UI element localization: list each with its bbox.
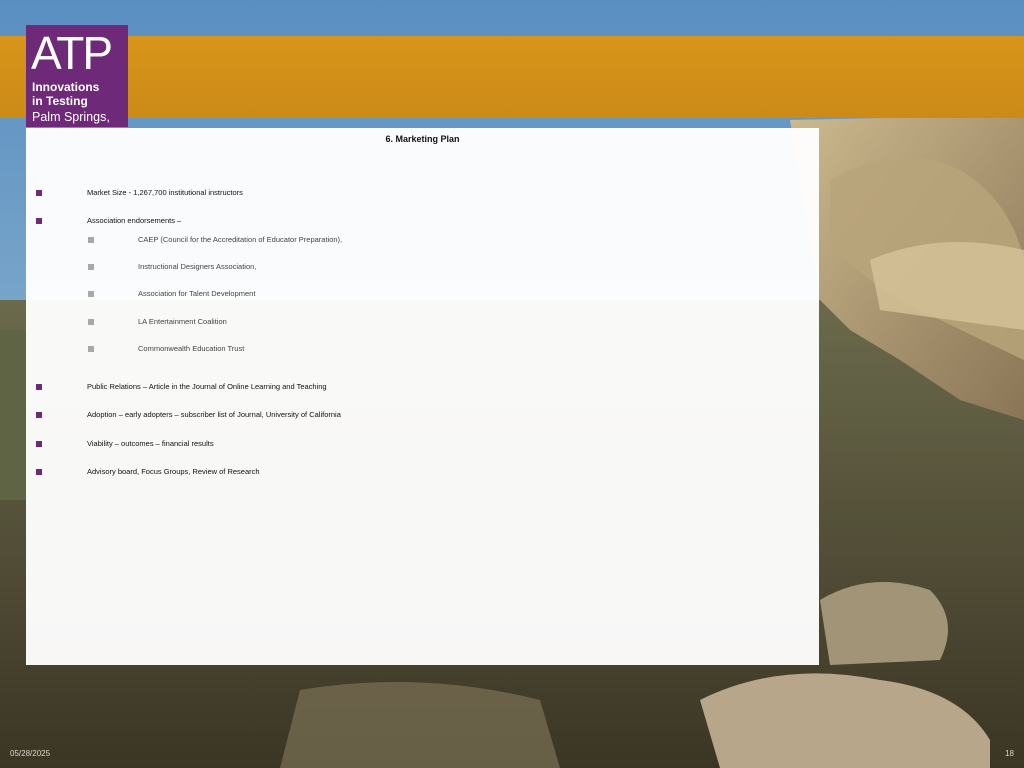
bullet-square-icon	[36, 384, 42, 390]
sub-bullet-text: Association for Talent Development	[138, 289, 256, 298]
bullet-item: Advisory board, Focus Groups, Review of …	[26, 465, 819, 479]
bullet-square-icon	[36, 469, 42, 475]
sub-bullet-square-icon	[88, 264, 94, 270]
sub-bullet-item: CAEP (Council for the Accreditation of E…	[26, 233, 819, 247]
bullet-square-icon	[36, 190, 42, 196]
sub-bullet-square-icon	[88, 346, 94, 352]
sub-bullet-text: Instructional Designers Association,	[138, 262, 257, 271]
bullet-item: Public Relations – Article in the Journa…	[26, 380, 819, 394]
bullet-text: Public Relations – Article in the Journa…	[87, 382, 327, 391]
bullet-text: Viability – outcomes – financial results	[87, 439, 214, 448]
logo-location: Palm Springs, CA	[32, 110, 110, 127]
sub-bullet-item: Commonwealth Education Trust	[26, 342, 819, 356]
sub-bullet-square-icon	[88, 291, 94, 297]
bullet-text: Association endorsements –	[87, 216, 182, 225]
slide-content-panel: 6. Marketing Plan Market Size - 1,267,70…	[26, 128, 819, 665]
sub-bullet-text: LA Entertainment Coalition	[138, 317, 227, 326]
bullet-item: Adoption – early adopters – subscriber l…	[26, 408, 819, 422]
logo-tagline-line2: in Testing	[32, 94, 88, 108]
bullet-item: Viability – outcomes – financial results	[26, 437, 819, 451]
sub-bullet-item: Association for Talent Development	[26, 287, 819, 301]
bullet-item: Market Size - 1,267,700 institutional in…	[26, 186, 819, 200]
sub-bullet-item: LA Entertainment Coalition	[26, 315, 819, 329]
sub-bullet-item: Instructional Designers Association,	[26, 260, 819, 274]
bullet-square-icon	[36, 218, 42, 224]
sub-bullet-square-icon	[88, 237, 94, 243]
slide-title: 6. Marketing Plan	[385, 134, 460, 144]
sub-bullet-text: CAEP (Council for the Accreditation of E…	[138, 235, 343, 244]
bullet-square-icon	[36, 412, 42, 418]
bullet-text: Adoption – early adopters – subscriber l…	[87, 410, 341, 419]
bullet-square-icon	[36, 441, 42, 447]
sub-bullet-square-icon	[88, 319, 94, 325]
header-banner	[0, 36, 1024, 118]
slide-number: 18	[1005, 749, 1014, 758]
bullet-item: Association endorsements –	[26, 214, 819, 228]
logo-brand: ATP	[31, 27, 113, 79]
footer-date: 05/28/2025	[10, 749, 51, 758]
bullet-text: Market Size - 1,267,700 institutional in…	[87, 188, 243, 197]
sub-bullet-text: Commonwealth Education Trust	[138, 344, 245, 353]
atp-logo: ATP 2015 Innovations in Testing Palm Spr…	[26, 25, 128, 127]
bullet-text: Advisory board, Focus Groups, Review of …	[87, 467, 260, 476]
logo-tagline-line1: Innovations	[32, 80, 100, 94]
